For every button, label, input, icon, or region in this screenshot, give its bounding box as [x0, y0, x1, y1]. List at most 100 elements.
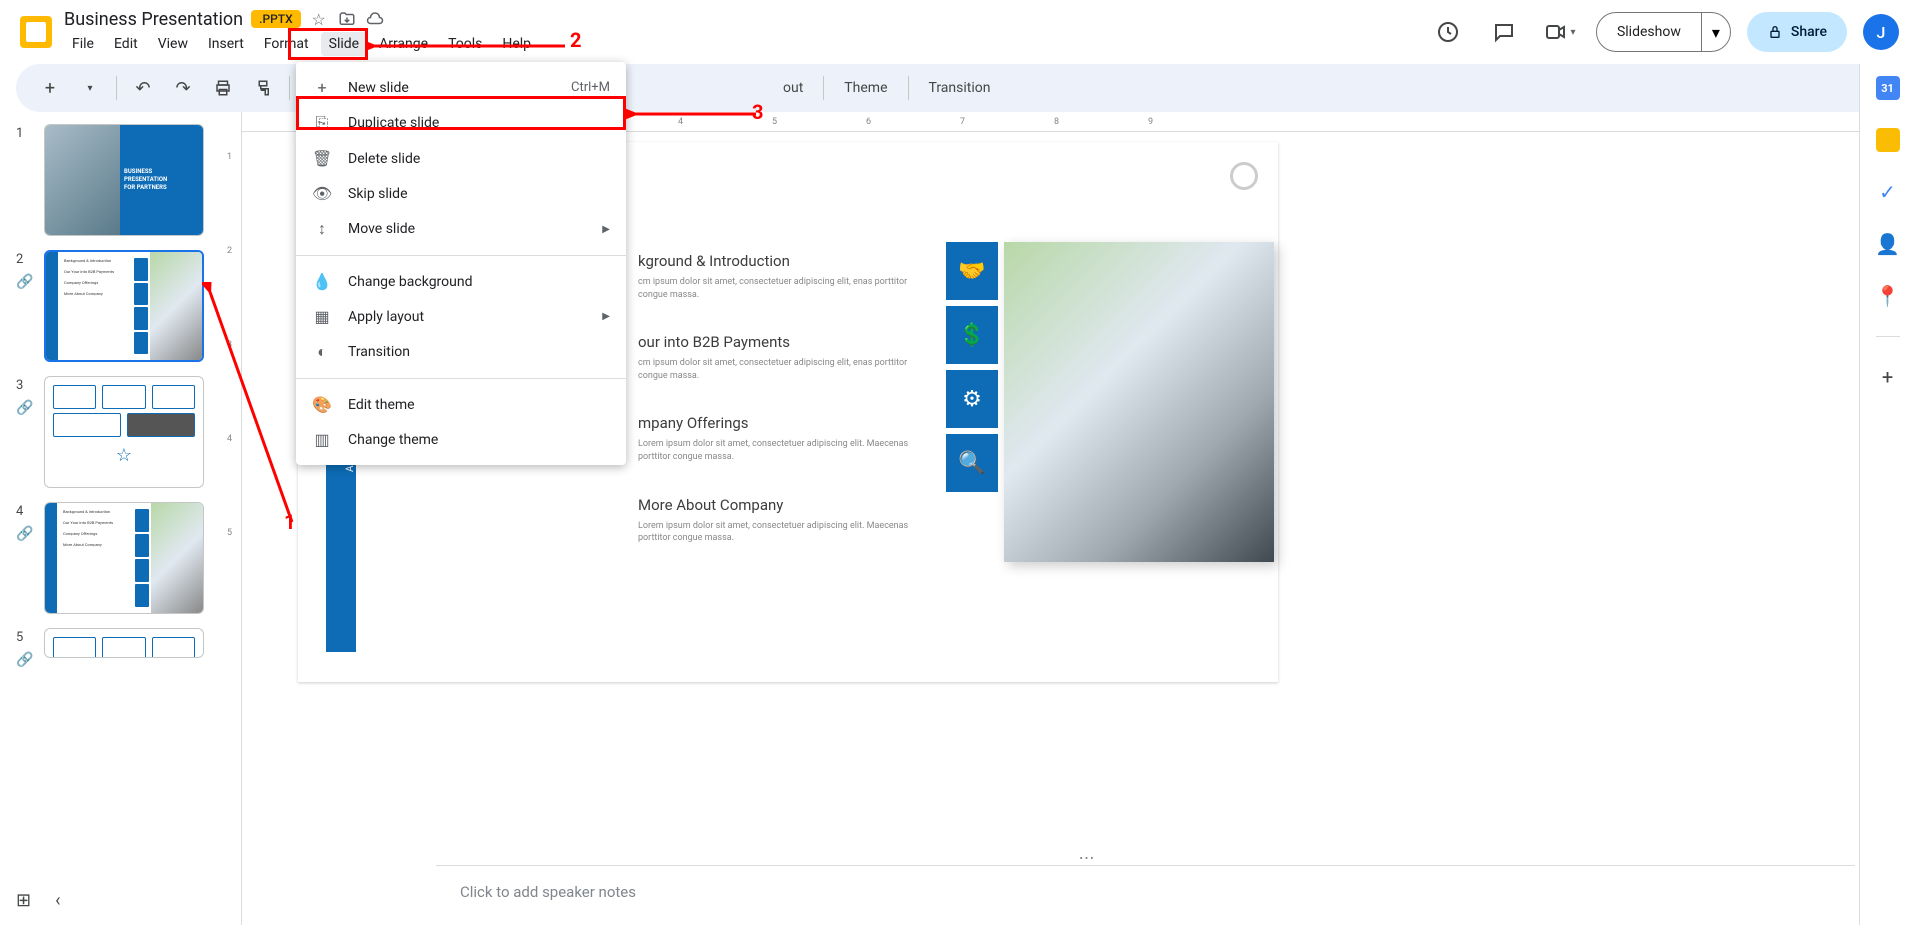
trash-icon: 🗑: [312, 149, 332, 168]
share-label: Share: [1791, 24, 1827, 40]
slides-logo-icon: [20, 16, 52, 48]
annotation-num-1: 1: [284, 510, 295, 534]
submenu-arrow-icon: ▶: [602, 311, 610, 322]
video-call-icon[interactable]: ▾: [1540, 12, 1580, 52]
handshake-icon: 🤝: [946, 242, 998, 300]
dd-apply-layout[interactable]: ▦ Apply layout ▶: [296, 299, 626, 334]
slide-image: [1004, 242, 1274, 562]
submenu-arrow-icon: ▶: [602, 224, 610, 235]
slide-thumb-3[interactable]: 3 🔗 ☆: [16, 376, 210, 488]
notes-drag-handle[interactable]: ⋯: [1067, 849, 1107, 865]
transition-btn[interactable]: Transition: [917, 80, 1003, 96]
collapse-icon[interactable]: ‹: [55, 890, 60, 911]
layout-icon: ▦: [312, 307, 332, 326]
annotation-arrow-3: [202, 282, 302, 532]
calendar-icon[interactable]: 31: [1876, 76, 1900, 100]
share-button[interactable]: Share: [1747, 12, 1847, 52]
dd-move-slide[interactable]: ↕ Move slide ▶: [296, 211, 626, 247]
slideshow-button: Slideshow ▾: [1596, 12, 1731, 52]
transition-icon: ◐: [312, 342, 332, 362]
eye-icon: 👁: [312, 184, 332, 203]
link-icon: 🔗: [16, 652, 33, 668]
money-icon: 💲: [946, 306, 998, 364]
slide-thumb-4[interactable]: 4 🔗 Background & Introduction Our Your i…: [16, 502, 210, 614]
star-icon[interactable]: ☆: [309, 9, 329, 29]
dd-edit-theme[interactable]: 🎨 Edit theme: [296, 387, 626, 422]
app-logo[interactable]: [16, 12, 56, 52]
header-actions: ▾ Slideshow ▾ Share J: [1428, 12, 1899, 52]
dd-delete-slide[interactable]: 🗑 Delete slide: [296, 141, 626, 176]
new-slide-dropdown[interactable]: ▾: [72, 70, 108, 106]
slide-logo-icon: [1230, 162, 1258, 190]
separator: [296, 378, 626, 379]
separator: [289, 76, 290, 100]
add-addon-icon[interactable]: +: [1876, 365, 1900, 389]
layout-btn[interactable]: out: [771, 80, 815, 96]
new-slide-btn[interactable]: +: [32, 70, 68, 106]
contacts-icon[interactable]: 👤: [1876, 232, 1900, 256]
palette-icon: 🎨: [312, 395, 332, 414]
dd-change-theme[interactable]: ▥ Change theme: [296, 422, 626, 457]
cloud-status-icon[interactable]: [365, 9, 385, 29]
keep-icon[interactable]: [1876, 128, 1900, 152]
menu-view[interactable]: View: [150, 32, 196, 56]
separator: [1876, 336, 1900, 337]
link-icon: 🔗: [16, 400, 33, 416]
annotation-arrow-2: [626, 106, 766, 126]
gear-hand-icon: ⚙: [946, 370, 998, 428]
annotation-num-2: 2: [570, 28, 581, 52]
move-folder-icon[interactable]: [337, 9, 357, 29]
droplet-icon: 💧: [312, 272, 332, 291]
slide-thumb-2[interactable]: 2 🔗 Background & Introduction Our Your i…: [16, 250, 210, 362]
content-item: our into B2B Payments cm ipsum dolor sit…: [638, 333, 918, 382]
annotation-box-1: [288, 28, 368, 60]
move-icon: ↕: [312, 219, 332, 239]
slide-content-list: kground & Introduction cm ipsum dolor si…: [638, 252, 918, 577]
tasks-icon[interactable]: ✓: [1876, 180, 1900, 204]
title-area: Business Presentation .PPTX ☆ File Edit …: [64, 9, 1428, 56]
separator: [116, 76, 117, 100]
annotation-num-3: 3: [752, 100, 763, 124]
bottom-bar: ⊞ ‹: [0, 875, 218, 925]
pptx-badge: .PPTX: [251, 10, 301, 28]
slideshow-main[interactable]: Slideshow: [1597, 13, 1701, 51]
speaker-notes[interactable]: Click to add speaker notes: [436, 865, 1855, 925]
content-item: More About Company Lorem ipsum dolor sit…: [638, 496, 918, 545]
link-icon: 🔗: [16, 526, 33, 542]
separator: [296, 255, 626, 256]
dd-skip-slide[interactable]: 👁 Skip slide: [296, 176, 626, 211]
menu-file[interactable]: File: [64, 32, 102, 56]
grid-view-icon[interactable]: ⊞: [16, 890, 31, 911]
magnify-icon: 🔍: [946, 434, 998, 492]
history-icon[interactable]: [1428, 12, 1468, 52]
comments-icon[interactable]: [1484, 12, 1524, 52]
maps-icon[interactable]: 📍: [1876, 284, 1900, 308]
theme-icon: ▥: [312, 430, 332, 449]
menu-edit[interactable]: Edit: [106, 32, 146, 56]
content-item: kground & Introduction cm ipsum dolor si…: [638, 252, 918, 301]
slide-thumb-1[interactable]: 1 BUSINESS PRESENTATION FOR PARTNERS: [16, 124, 210, 236]
menubar: File Edit View Insert Format Slide Arran…: [64, 32, 1428, 56]
side-panel: 31 ✓ 👤 📍 +: [1859, 64, 1915, 925]
filmstrip: 1 BUSINESS PRESENTATION FOR PARTNERS 2 🔗: [0, 112, 218, 925]
annotation-box-2: [296, 96, 626, 130]
user-avatar[interactable]: J: [1863, 14, 1899, 50]
document-title[interactable]: Business Presentation: [64, 9, 243, 30]
print-btn[interactable]: [205, 70, 241, 106]
dd-transition[interactable]: ◐ Transition: [296, 334, 626, 370]
title-row: Business Presentation .PPTX ☆: [64, 9, 1428, 30]
redo-btn[interactable]: ↷: [165, 70, 201, 106]
slide-thumb-5[interactable]: 5 🔗: [16, 628, 210, 658]
paint-format-btn[interactable]: [245, 70, 281, 106]
undo-btn[interactable]: ↶: [125, 70, 161, 106]
lock-icon: [1767, 24, 1783, 40]
slide-icon-column: 🤝 💲 ⚙ 🔍: [946, 242, 998, 492]
menu-insert[interactable]: Insert: [200, 32, 252, 56]
plus-icon: +: [312, 78, 332, 97]
link-icon: 🔗: [16, 274, 33, 290]
slideshow-dropdown[interactable]: ▾: [1701, 13, 1730, 51]
separator: [908, 76, 909, 100]
theme-btn[interactable]: Theme: [832, 80, 899, 96]
notes-placeholder: Click to add speaker notes: [460, 883, 636, 901]
dd-change-background[interactable]: 💧 Change background: [296, 264, 626, 299]
